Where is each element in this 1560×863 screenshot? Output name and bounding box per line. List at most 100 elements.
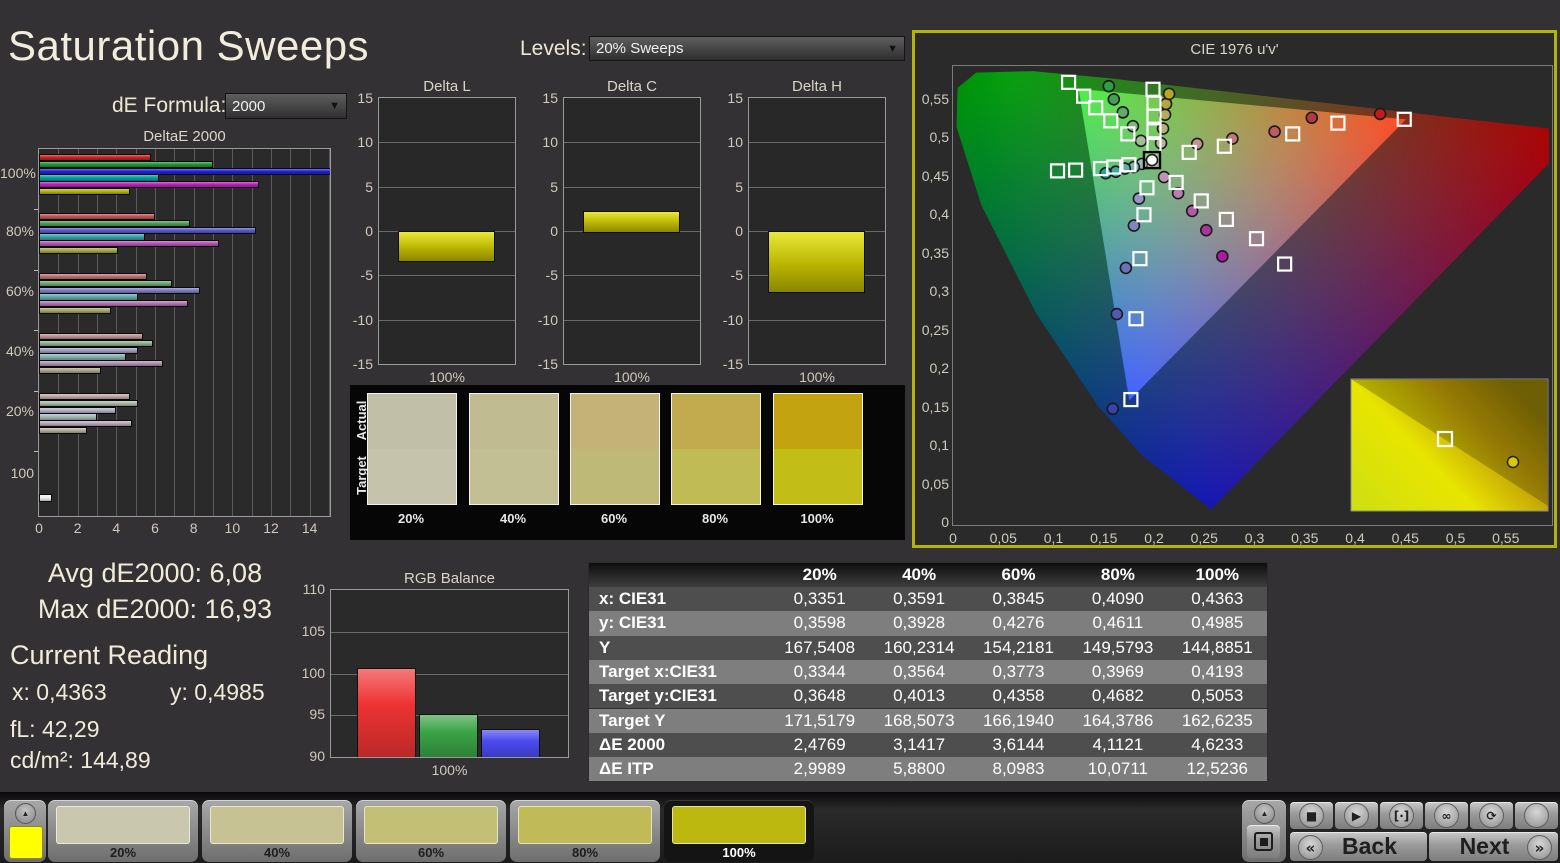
delta-ytick: 5 [365,178,373,195]
gridline [564,275,700,277]
delta-h-plot [748,97,886,365]
back-button[interactable]: « Back [1290,832,1427,861]
rgb-xlabel: 100% [431,762,468,778]
swatch-actual [571,394,659,449]
swatch-target [672,449,760,504]
rgb-bar-blue [481,728,540,757]
delta-ytick: 10 [727,134,743,151]
cie-ytick: 0,3 [929,283,949,299]
swatch-label: 20% [397,511,425,526]
delta-ytick: 10 [357,134,373,151]
rgb-ytick: 95 [309,706,325,723]
delta-c-plot [563,97,701,365]
cie-ytick: 0 [941,514,949,530]
table-header-cell: 20% [802,565,837,584]
delta-ytick: 5 [550,178,558,195]
single-measure-icon: [·] [1389,803,1414,828]
table-cell: 0,3598 [793,613,846,633]
table-row: ΔE ITP 2,9989 5,8800 8,0983 10,0711 12,5236 [589,757,1267,782]
cie-ytick: 0,45 [921,167,949,184]
delta-ytick: 15 [727,90,743,106]
table-cell: 3,6144 [992,734,1045,754]
loop-button[interactable]: ⟳ [1470,802,1513,829]
stop-button[interactable]: ■ [1290,802,1333,829]
table-cell: 0,5053 [1191,686,1244,706]
cie-xtick: 0 [949,530,957,546]
rgb-ytick: 100 [301,664,325,681]
swatch-80% [671,393,761,505]
delta-chart-title: Delta H [791,78,843,95]
table-cell: 0,4682 [1091,686,1144,706]
blank-button[interactable] [1515,802,1558,829]
saturation-tile-80%[interactable]: 80% [510,800,660,862]
deltae-xtick: 4 [112,520,121,536]
swatch-100% [773,393,863,505]
cie-ytick: 0,05 [921,475,949,492]
table-cell: 0,4611 [1092,613,1144,633]
table-cell: 0,3351 [793,589,846,609]
gridline [564,186,700,188]
saturation-tile-100%[interactable]: 100% [664,800,814,862]
table-header-cell: 40% [902,565,937,584]
cie-measured-magenta [1157,170,1171,184]
play-button[interactable]: ▶ [1335,802,1378,829]
rgb-ytick: 105 [301,622,325,639]
rgb-bar-red [357,668,416,757]
table-cell: 4,6233 [1191,734,1244,754]
transport-collapse-tile[interactable]: ▲ [1242,800,1286,862]
saturation-tile-60%[interactable]: 60% [356,800,506,862]
delta-ytick: -15 [722,356,743,372]
saturation-tile-20%[interactable]: 20% [48,800,198,862]
table-cell: 0,4193 [1191,662,1244,682]
delta-ytick: -10 [537,311,558,328]
table-cell: 0,4276 [992,613,1045,633]
cie-ytick: 0,1 [929,437,949,453]
delta-l-plot [378,97,516,365]
cie-ytick: 0,2 [929,360,949,376]
continuous-button[interactable]: ∞ [1425,802,1468,829]
palette-color-swatch[interactable] [9,826,43,859]
rgb-ytick: 90 [309,748,325,764]
deltae-xtick: 2 [73,520,82,536]
gridline [331,631,568,633]
delta-ytick: -5 [730,267,743,284]
rgb-ytick: 110 [302,581,325,597]
collapse-up-icon[interactable]: ▲ [1254,803,1275,824]
delta-bar [398,231,495,263]
delta-ytick: -10 [722,311,743,328]
next-button[interactable]: Next » [1429,832,1558,861]
table-header-cell: 60% [1001,565,1036,584]
table-cell: 5,8800 [893,759,946,779]
table-cell: 0,4985 [1191,613,1244,633]
tile-label: 80% [571,845,599,860]
cie-measured-green [1116,106,1130,119]
cie-plot [952,65,1553,526]
delta-ytick: -5 [545,267,558,284]
cie-zoom-inset [1350,378,1549,512]
cie-diagram-panel[interactable]: CIE 1976 u'v' 0 0,05 0,1 0,15 0,2 0,25 0… [912,30,1557,548]
cie-xtick: 0,5 [1445,530,1466,546]
stop-window-icon [1254,832,1273,851]
collapse-up-icon[interactable]: ▲ [15,803,36,824]
cie-xtick: 0,15 [1090,530,1118,546]
single-measure-button[interactable]: [·] [1380,802,1423,829]
swatch-target [470,449,558,504]
cie-measured-red [1268,125,1281,138]
delta-chart-title: Delta C [606,78,658,95]
cie-xtick: 0,35 [1291,530,1319,546]
cie-xtick: 0,45 [1391,530,1419,546]
saturation-tile-40%[interactable]: 40% [202,800,352,862]
table-cell: 10,0711 [1087,759,1148,779]
delta-ytick: -15 [352,356,373,372]
tile-label: 20% [109,845,137,860]
table-row-label: y: CIE31 [599,613,667,633]
palette-collapse-tile[interactable]: ▲ [4,800,46,862]
stop-window-button[interactable] [1247,825,1280,858]
cie-xtick: 0,1 [1043,530,1064,546]
table-cell: 0,4358 [992,686,1045,706]
delta-ytick: 0 [550,223,558,239]
delta-bar [768,231,865,294]
back-label: Back [1342,833,1397,859]
next-label: Next [1459,833,1510,859]
deltae-xtick: 14 [301,520,318,536]
